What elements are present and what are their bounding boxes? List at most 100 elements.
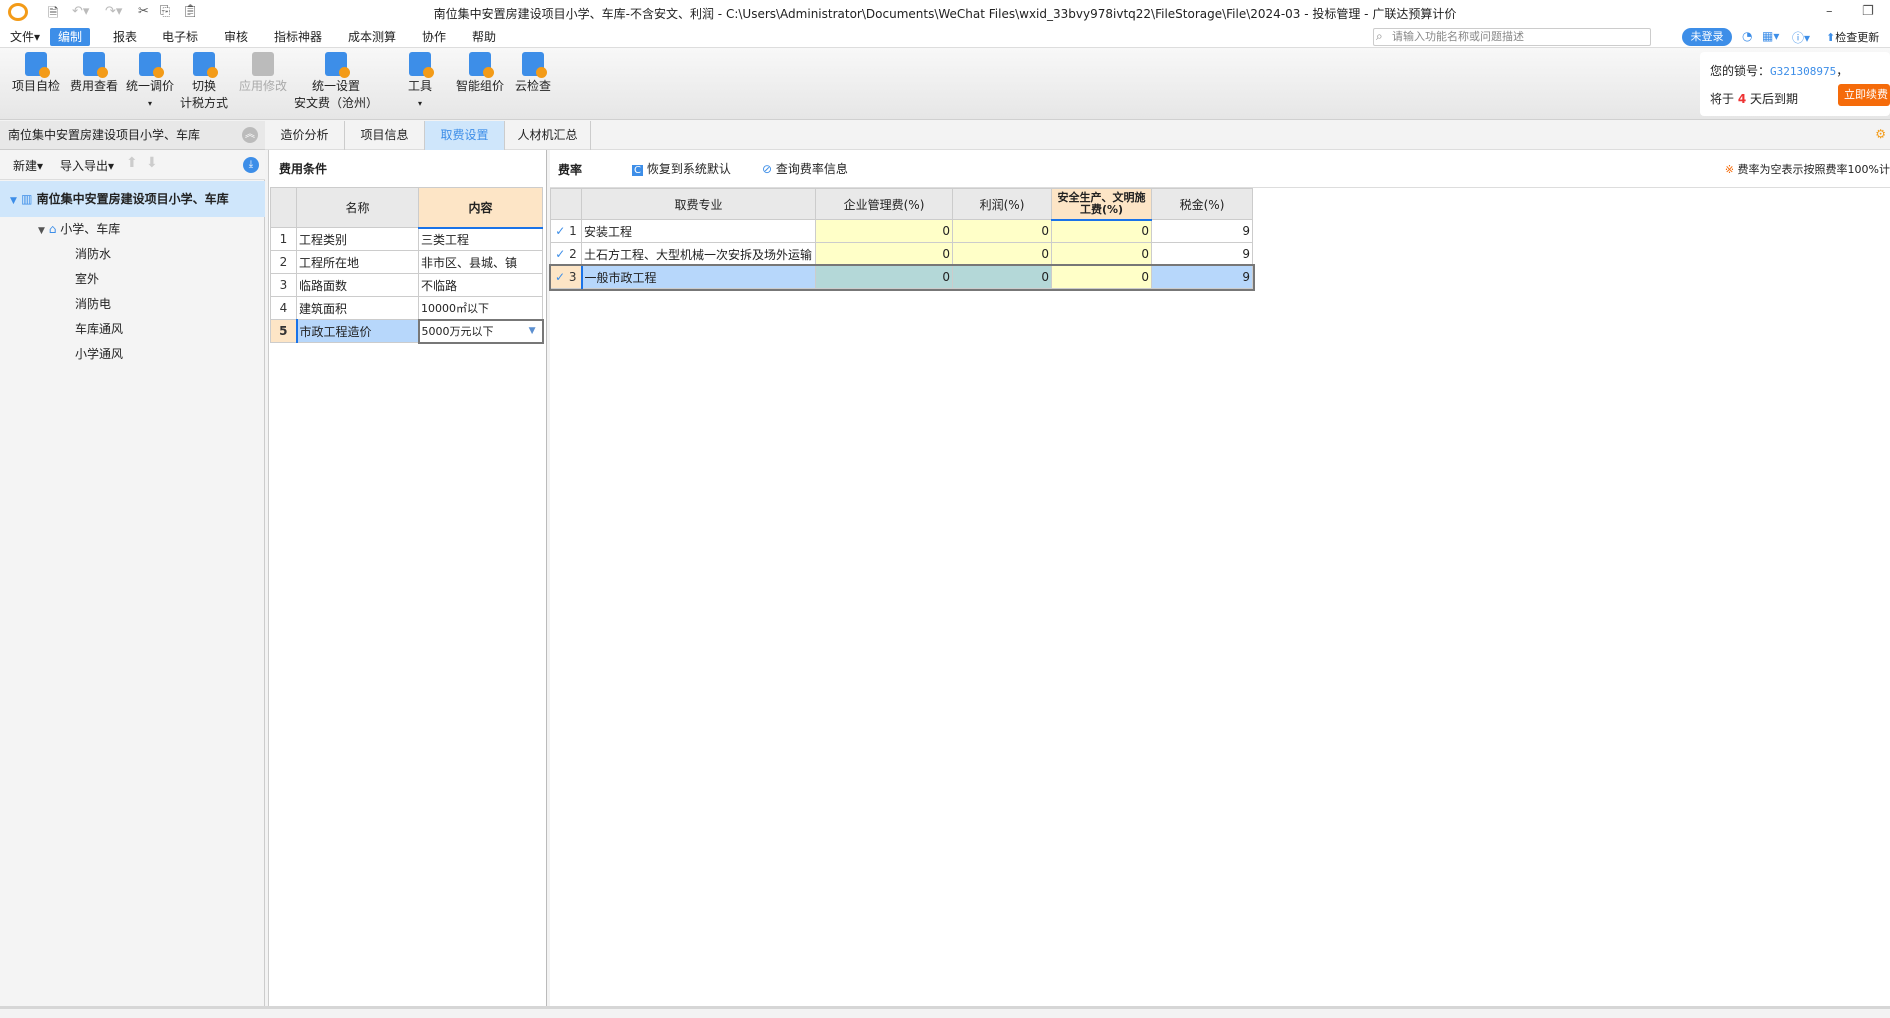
left-toolbar: 新建▾ 导入导出▾ ⬆ ⬇ ⤓	[0, 150, 265, 180]
condition-value[interactable]: 不临路	[418, 273, 543, 297]
tree-root[interactable]: ▼ ▥ 南位集中安置房建设项目小学、车库	[0, 181, 265, 217]
apply-changes-button[interactable]: 应用修改	[236, 52, 290, 95]
tree-item[interactable]: 车库通风	[0, 317, 265, 342]
menu-collab[interactable]: 协作	[414, 28, 454, 46]
menu-edit[interactable]: 编制	[50, 28, 91, 46]
row-number: ✓ 1	[550, 219, 582, 243]
fee-view-icon	[83, 52, 108, 78]
condition-value[interactable]: 10000㎡以下	[418, 296, 543, 320]
check-icon: ✓	[554, 270, 566, 284]
move-up-icon[interactable]: ⬆	[126, 155, 138, 171]
project-check-button[interactable]: 项目自检	[10, 52, 62, 95]
profit-cell[interactable]: 0	[952, 265, 1052, 289]
renew-button[interactable]: 立即续费	[1838, 84, 1890, 106]
restore-icon: C	[632, 165, 643, 176]
note-text: 费率为空表示按照费率100%计	[1737, 163, 1890, 176]
condition-value-dropdown[interactable]: 5000万元以下 ▼	[417, 318, 544, 344]
restore-button[interactable]: ❐	[1862, 4, 1874, 19]
check-update-button[interactable]: ⬆检查更新	[1826, 29, 1879, 45]
query-icon: ⊘	[762, 162, 773, 176]
download-icon[interactable]: ⤓	[243, 157, 259, 173]
table-row: 4 建筑面积 10000㎡以下	[270, 296, 543, 320]
tree-item[interactable]: 室外	[0, 267, 265, 292]
separator: ，	[1836, 64, 1849, 78]
safety-fee-cell[interactable]: 0	[1051, 219, 1152, 243]
profit-cell[interactable]: 0	[952, 219, 1052, 243]
menu-cost[interactable]: 成本测算	[340, 28, 404, 46]
apps-icon[interactable]: ▦▾	[1762, 29, 1779, 43]
smart-pricing-button[interactable]: 智能组价	[454, 52, 506, 95]
menu-file[interactable]: 文件▾	[2, 28, 48, 46]
label-line2: 安文费（沧州）	[293, 96, 378, 110]
login-button[interactable]: 未登录	[1682, 28, 1732, 46]
safety-fee-icon	[325, 52, 350, 78]
title-bar: 🗎 ↶▾ ↷▾ ✂ ⎘ 📋︎ 南位集中安置房建设项目小学、车库-不含安文、利润 …	[0, 0, 1890, 26]
tax-cell[interactable]: 9	[1151, 242, 1253, 266]
menu-index[interactable]: 指标神器	[266, 28, 330, 46]
expand-icon[interactable]: ▼	[10, 196, 17, 206]
tab-project-info[interactable]: 项目信息	[345, 121, 425, 150]
row-index: 2	[569, 247, 577, 261]
condition-name: 建筑面积	[296, 296, 419, 320]
switch-tax-method-button[interactable]: 切换 计税方式	[178, 52, 230, 112]
tab-fee-settings[interactable]: 取费设置	[425, 121, 505, 150]
menu-help[interactable]: 帮助	[464, 28, 504, 46]
condition-value[interactable]: 三类工程	[418, 227, 543, 251]
condition-value[interactable]: 非市区、县城、镇	[418, 250, 543, 274]
fee-view-button[interactable]: 费用查看	[68, 52, 120, 95]
dropdown-value: 5000万元以下	[421, 325, 494, 338]
label: 智能组价	[455, 79, 504, 93]
price-adjust-icon	[139, 52, 164, 78]
label: 项目自检	[11, 79, 60, 93]
safety-fee-cell[interactable]: 0	[1051, 265, 1152, 289]
profit-cell[interactable]: 0	[952, 242, 1052, 266]
management-fee-cell[interactable]: 0	[815, 242, 953, 266]
safety-fee-cell[interactable]: 0	[1051, 242, 1152, 266]
menu-report[interactable]: 报表	[105, 28, 145, 46]
table-row: ✓ 2 土石方工程、大型机械一次安拆及场外运输 0 0 0 9	[550, 242, 1253, 266]
management-fee-cell[interactable]: 0	[815, 265, 953, 289]
headset-icon[interactable]: ◔	[1742, 29, 1752, 43]
unified-safety-fee-button[interactable]: 统一设置 安文费（沧州）	[290, 52, 382, 112]
tree-node-unit[interactable]: ▼ ⌂ 小学、车库	[0, 217, 265, 242]
tab-bar: 造价分析 项目信息 取费设置 人材机汇总 ⚙	[265, 121, 1890, 150]
tree-item[interactable]: 消防水	[0, 242, 265, 267]
settings-icon[interactable]: ⚙	[1875, 127, 1886, 141]
query-rate-info-button[interactable]: ⊘ 查询费率信息	[762, 160, 848, 177]
search-input[interactable]: 请输入功能名称或问题描述	[1373, 28, 1651, 46]
row-number: ✓ 2	[550, 242, 582, 266]
tax-cell[interactable]: 9	[1151, 265, 1253, 289]
table-row-selected: ✓ 3 一般市政工程 0 0 0 9	[548, 263, 1255, 291]
fee-conditions-panel: 费用条件 名称 内容 1 工程类别 三类工程 2 工程所在地 非市区、县城、镇 3 临路面数…	[268, 150, 547, 1006]
unified-price-adjust-button[interactable]: 统一调价 ▾	[124, 52, 176, 112]
tools-button[interactable]: 工具 ▾	[400, 52, 440, 112]
check-icon: ✓	[555, 247, 566, 261]
new-button[interactable]: 新建▾	[13, 157, 43, 174]
import-export-button[interactable]: 导入导出▾	[60, 157, 114, 174]
cloud-check-button[interactable]: 云检查	[512, 52, 554, 95]
move-down-icon[interactable]: ⬇	[146, 155, 158, 171]
expand-icon[interactable]: ▼	[38, 226, 45, 236]
row-number: 3	[270, 273, 297, 297]
collapse-icon[interactable]: ︽	[242, 127, 258, 143]
table-row: 3 临路面数 不临路	[270, 273, 543, 297]
tab-labor-material-summary[interactable]: 人材机汇总	[505, 121, 591, 150]
menu-ebid[interactable]: 电子标	[154, 28, 206, 46]
minimize-button[interactable]: –	[1826, 4, 1833, 19]
tree-item[interactable]: 小学通风	[0, 342, 265, 367]
restore-default-button[interactable]: C 恢复到系统默认	[632, 160, 731, 177]
window-title: 南位集中安置房建设项目小学、车库-不含安文、利润 - C:\Users\Admi…	[433, 7, 1457, 21]
row-number: 4	[270, 296, 297, 320]
fee-rates-panel: 费率 C 恢复到系统默认 ⊘ 查询费率信息 ※ 费率为空表示按照费率100%计 …	[548, 150, 1890, 1006]
menu-review[interactable]: 审核	[216, 28, 256, 46]
table-row: 2 工程所在地 非市区、县城、镇	[270, 250, 543, 274]
management-fee-cell[interactable]: 0	[815, 219, 953, 243]
chevron-down-icon[interactable]: ▼	[529, 326, 536, 336]
building-icon: ▥	[21, 192, 33, 206]
row-number: 5	[270, 319, 297, 343]
tab-cost-analysis[interactable]: 造价分析	[265, 121, 345, 150]
tree-item[interactable]: 消防电	[0, 292, 265, 317]
col-header-specialty: 取费专业	[581, 188, 816, 220]
info-icon[interactable]: ⓘ▾	[1792, 29, 1810, 46]
tax-cell[interactable]: 9	[1151, 219, 1253, 243]
